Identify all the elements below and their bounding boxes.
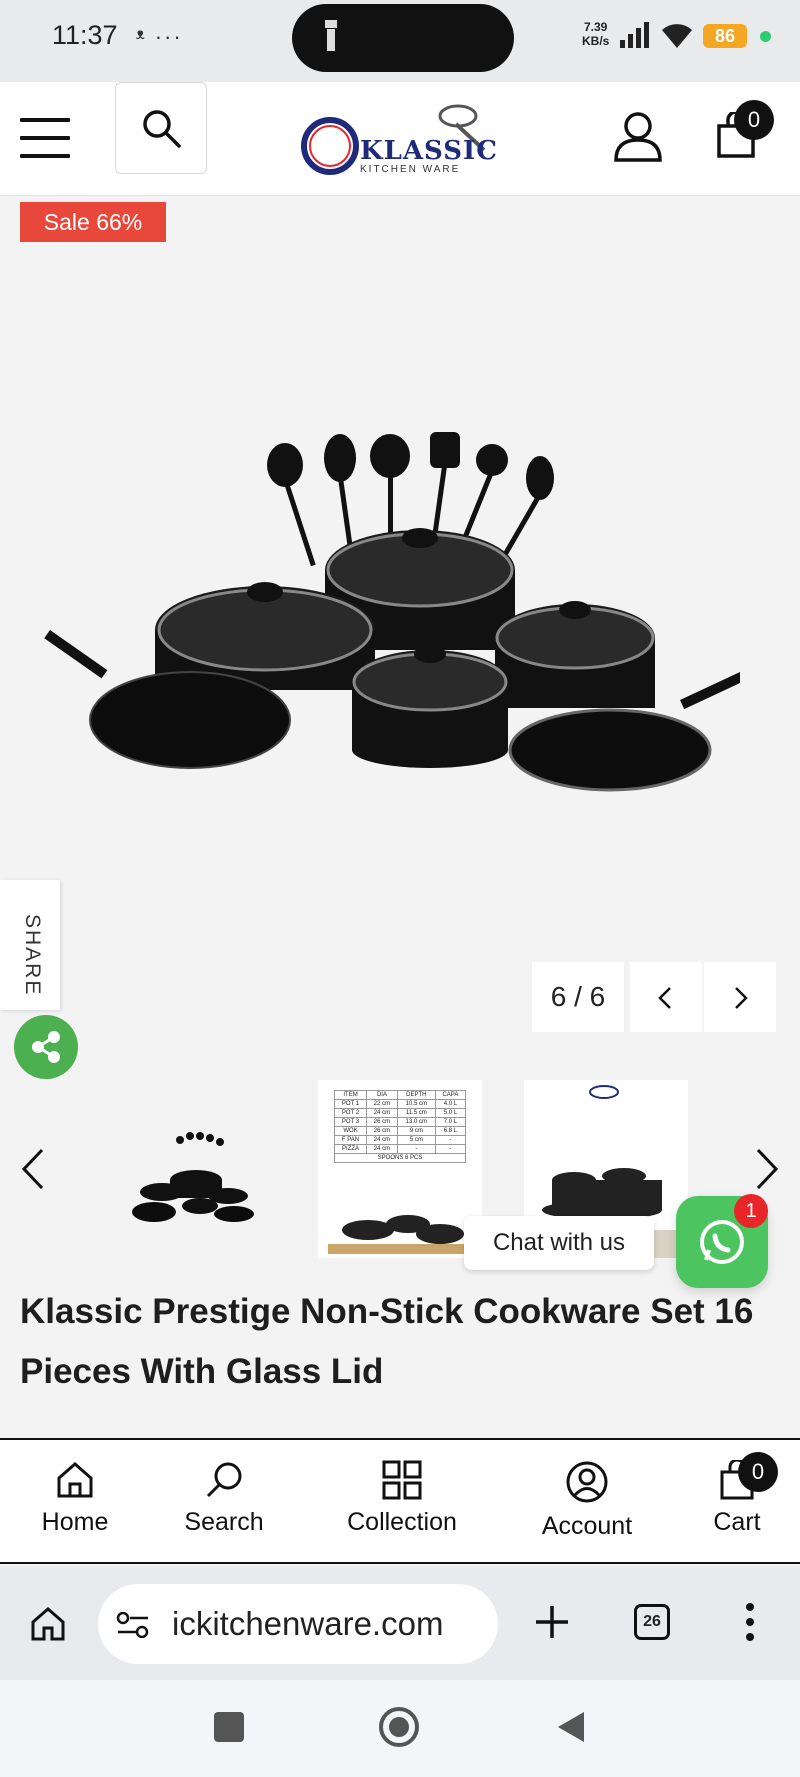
bottom-nav-account[interactable]: Account — [530, 1460, 644, 1550]
bottom-nav-collection[interactable]: Collection — [334, 1460, 470, 1550]
share-button[interactable] — [14, 1015, 78, 1079]
thumbnail-2[interactable]: ITEM DIA DEPTH CAPA POT 1 22 cm 10.5 cm … — [318, 1080, 482, 1258]
site-logo[interactable]: KLASSIC KITCHEN WARE — [298, 100, 498, 180]
address-bar[interactable]: ickitchenware.com — [98, 1584, 498, 1664]
home-icon[interactable] — [30, 1606, 66, 1642]
chevron-left-icon — [658, 987, 671, 1009]
cookware-thumb-icon — [328, 1215, 472, 1254]
more-options-icon[interactable] — [744, 1602, 756, 1642]
spec-cell: 9 cm — [396, 1126, 436, 1136]
sale-badge: Sale 66% — [20, 202, 166, 242]
prev-image-button[interactable] — [630, 962, 702, 1032]
search-button[interactable] — [115, 82, 207, 174]
share-icon — [32, 1031, 60, 1063]
camera-pill — [292, 4, 514, 72]
wifi-icon — [662, 24, 692, 48]
spec-cell: 4.0 L — [434, 1099, 467, 1109]
battery-indicator: 86 — [703, 24, 747, 48]
thumbs-prev-icon[interactable] — [22, 1148, 44, 1190]
site-settings-icon[interactable] — [116, 1612, 150, 1638]
status-bar: 11:37 ᵜ ··· 7.39 KB/s 86 — [0, 0, 800, 82]
rate-unit: KB/s — [582, 34, 610, 48]
spec-cell: - — [434, 1144, 467, 1154]
spec-cell: 26 cm — [366, 1126, 398, 1136]
spec-header: DIA — [366, 1090, 398, 1100]
next-image-button[interactable] — [704, 962, 776, 1032]
spec-cell: F PAN — [333, 1135, 368, 1145]
bottom-nav-label: Home — [41, 1508, 109, 1536]
thumbnail-1[interactable] — [116, 1080, 280, 1258]
cookware-set-icon — [44, 528, 740, 792]
chat-unread-badge: 1 — [734, 1194, 768, 1228]
search-icon — [206, 1462, 242, 1498]
spec-table: ITEM DIA DEPTH CAPA POT 1 22 cm 10.5 cm … — [333, 1090, 467, 1163]
spec-cell: 7.0 L — [434, 1117, 467, 1127]
recents-icon[interactable] — [214, 1712, 244, 1742]
spec-cell: 24 cm — [366, 1144, 398, 1154]
new-tab-icon[interactable] — [534, 1604, 570, 1640]
spec-cell: 11.5 cm — [396, 1108, 436, 1118]
spec-cell: 24 cm — [366, 1135, 398, 1145]
spec-cell: 13.0 cm — [396, 1117, 436, 1127]
spec-cell: 10.5 cm — [396, 1099, 436, 1109]
spec-cell: WOK — [333, 1126, 368, 1136]
bottom-nav-search[interactable]: Search — [172, 1460, 276, 1550]
signal-icon — [620, 22, 649, 48]
share-label: SHARE — [21, 914, 44, 997]
account-icon — [566, 1461, 608, 1503]
clock: 11:37 — [52, 20, 118, 50]
bottom-nav-label: Account — [541, 1512, 633, 1540]
back-icon[interactable] — [556, 1710, 586, 1744]
bottom-nav-label: Search — [184, 1508, 264, 1536]
account-icon[interactable] — [612, 110, 664, 162]
bottom-nav-home[interactable]: Home — [30, 1460, 120, 1550]
logo-subtitle: KITCHEN WARE — [360, 164, 461, 175]
home-circle-icon[interactable] — [378, 1706, 420, 1748]
spec-cell: - — [396, 1144, 436, 1154]
bottom-nav-label: Cart — [713, 1508, 761, 1536]
product-title: Klassic Prestige Non-Stick Cookware Set … — [20, 1292, 754, 1391]
network-rate: 7.39 KB/s — [582, 20, 609, 48]
spec-cell: POT 3 — [333, 1117, 368, 1127]
grid-icon — [382, 1460, 422, 1500]
spec-cell: 24 cm — [366, 1108, 398, 1118]
cart-count-badge: 0 — [734, 100, 774, 140]
share-tab[interactable]: SHARE — [0, 880, 60, 1010]
menu-icon[interactable] — [20, 118, 70, 158]
bottom-nav-label: Collection — [347, 1508, 457, 1536]
spec-cell: POT 2 — [333, 1108, 368, 1118]
spec-cell: - — [434, 1135, 467, 1145]
chevron-right-icon — [735, 987, 748, 1009]
spec-cell: 5.0 L — [434, 1108, 467, 1118]
cookware-thumb-icon — [132, 1132, 254, 1222]
bottom-cart-badge: 0 — [738, 1452, 778, 1492]
search-icon — [143, 110, 181, 148]
rate-value: 7.39 — [583, 20, 608, 34]
bottom-navigation: Home Search Collection Account Cart — [0, 1438, 800, 1564]
chat-with-us-bubble[interactable]: Chat with us — [464, 1216, 654, 1270]
spec-header: ITEM — [333, 1090, 368, 1100]
spec-cell: POT 1 — [333, 1099, 368, 1109]
image-counter: 6 / 6 — [532, 962, 624, 1032]
spec-cell: 5 cm — [396, 1135, 436, 1145]
tab-switcher-button[interactable]: 26 — [634, 1604, 670, 1640]
system-navigation — [0, 1680, 800, 1777]
site-header: KLASSIC KITCHEN WARE 0 — [0, 82, 800, 196]
home-icon — [57, 1462, 93, 1498]
logo-text: KLASSIC — [360, 136, 498, 166]
spec-footer: SPOONS 6 PCS — [334, 1153, 466, 1163]
thumbs-next-icon[interactable] — [756, 1148, 778, 1190]
spec-cell: 26 cm — [366, 1117, 398, 1127]
url-text: ickitchenware.com — [172, 1605, 444, 1642]
spec-cell: PIZZA — [333, 1144, 368, 1154]
spec-header: CAPA — [434, 1090, 467, 1100]
flashlight-icon — [325, 20, 337, 51]
spec-header: DEPTH — [396, 1090, 436, 1100]
spec-cell: 6.8 L — [434, 1126, 467, 1136]
product-image[interactable] — [40, 420, 740, 820]
browser-toolbar: ickitchenware.com 26 — [0, 1566, 800, 1680]
privacy-dot — [760, 31, 771, 42]
notification-icons: ᵜ ··· — [136, 24, 183, 49]
spec-cell: 22 cm — [366, 1099, 398, 1109]
